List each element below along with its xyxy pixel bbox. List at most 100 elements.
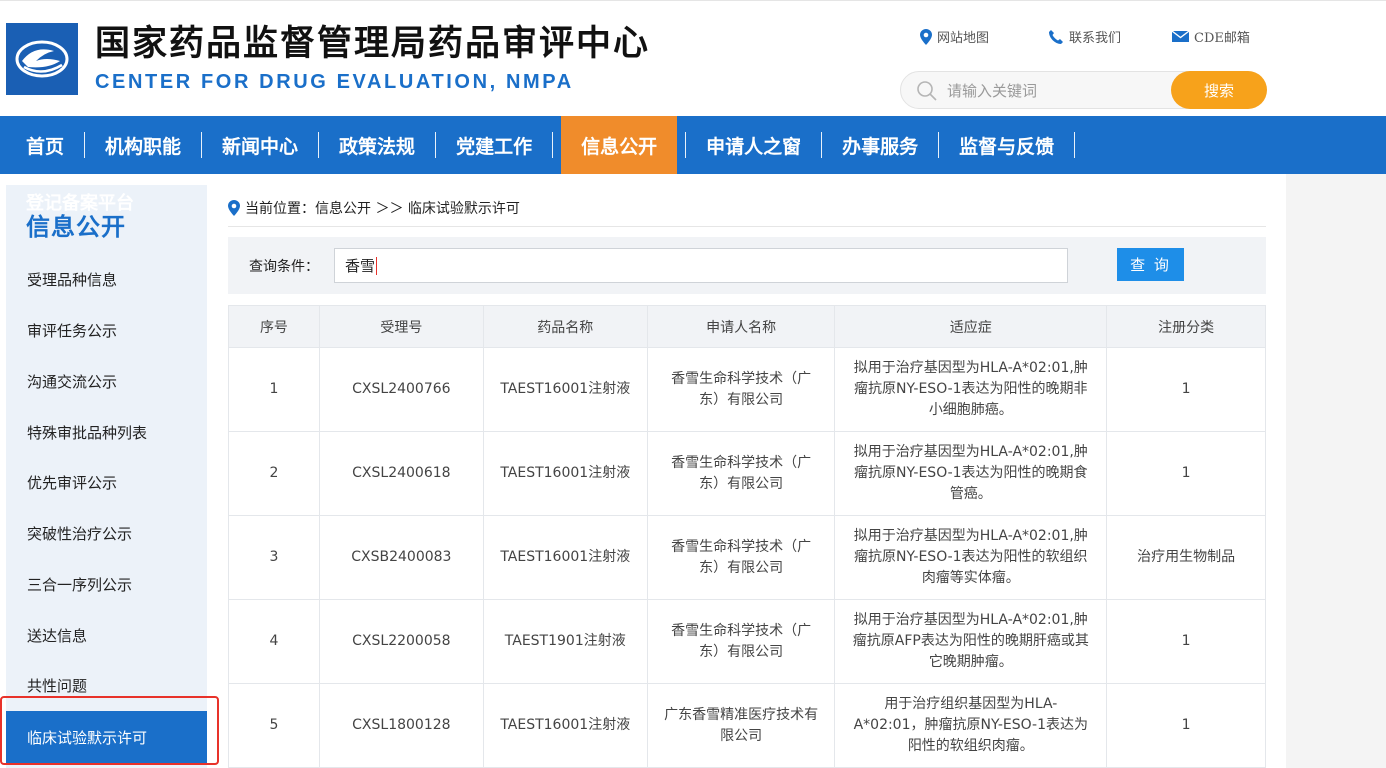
site-subtitle: CENTER FOR DRUG EVALUATION, NMPA	[95, 71, 574, 93]
query-input[interactable]: 香雪	[334, 248, 1068, 283]
cell-no: 3	[228, 515, 320, 600]
cell-acceptance-no: CXSL2200058	[318, 599, 484, 684]
nav-info-disclosure[interactable]: 信息公开	[561, 116, 678, 174]
cell-indication: 用于治疗组织基因型为HLA-A*02:01，肿瘤抗原NY-ESO-1表达为阳性的…	[834, 683, 1108, 768]
cell-category: 1	[1106, 431, 1266, 516]
nav-news[interactable]: 新闻中心	[210, 116, 310, 174]
location-pin-icon	[920, 28, 932, 45]
mailbox-link[interactable]: CDE邮箱	[1172, 27, 1250, 46]
cell-acceptance-no: CXSL2400766	[318, 347, 484, 432]
cell-drug-name: TAEST1901注射液	[482, 599, 648, 684]
nav-divider	[938, 132, 940, 158]
location-pin-icon	[228, 200, 240, 216]
nav-feedback[interactable]: 监督与反馈	[947, 116, 1066, 174]
nav-policy[interactable]: 政策法规	[327, 116, 427, 174]
table-header-row: 序号 受理号 药品名称 申请人名称 适应症 注册分类	[228, 305, 1266, 348]
sidebar-item-accepted[interactable]: 受理品种信息	[6, 259, 207, 299]
breadcrumb: 当前位置：信息公开 ＞＞ 临床试验默示许可	[228, 198, 520, 218]
breadcrumb-divider	[228, 226, 1266, 227]
nav-divider	[552, 132, 554, 158]
results-table: 序号 受理号 药品名称 申请人名称 适应症 注册分类 1 CXSL2400766…	[228, 305, 1266, 768]
col-header-category: 注册分类	[1106, 305, 1266, 348]
mail-icon	[1172, 30, 1189, 42]
sidebar-item-breakthrough[interactable]: 突破性治疗公示	[6, 513, 207, 553]
nav-functions[interactable]: 机构职能	[93, 116, 193, 174]
sidebar-item-review-tasks[interactable]: 审评任务公示	[6, 310, 207, 350]
cell-indication: 拟用于治疗基因型为HLA-A*02:01,肿瘤抗原AFP表达为阳性的晚期肝癌或其…	[834, 599, 1108, 684]
cell-category: 1	[1106, 599, 1266, 684]
sidebar-item-priority[interactable]: 优先审评公示	[6, 462, 207, 502]
sidebar-item-communication[interactable]: 沟通交流公示	[6, 361, 207, 401]
page-margin	[1286, 174, 1386, 768]
nav-divider	[84, 132, 86, 158]
sitemap-label: 网站地图	[937, 31, 990, 46]
sitemap-link[interactable]: 网站地图	[920, 27, 1048, 46]
sidebar-item-three-in-one[interactable]: 三合一序列公示	[6, 564, 207, 604]
search-button[interactable]: 搜索	[1171, 71, 1267, 109]
query-input-value: 香雪	[345, 257, 376, 275]
cell-applicant: 广东香雪精准医疗技术有限公司	[646, 683, 836, 768]
site-search: 搜索	[900, 71, 1267, 109]
cell-no: 5	[228, 683, 320, 768]
cell-no: 4	[228, 599, 320, 684]
sidebar: 登记备案平台 信息公开 受理品种信息 审评任务公示 沟通交流公示 特殊审批品种列…	[6, 185, 207, 768]
mailbox-label: CDE邮箱	[1194, 31, 1250, 46]
sidebar-item-delivery[interactable]: 送达信息	[6, 615, 207, 655]
table-row[interactable]: 2 CXSL2400618 TAEST16001注射液 香雪生命科学技术（广东）…	[228, 431, 1266, 516]
nav-divider	[201, 132, 203, 158]
contact-label: 联系我们	[1069, 31, 1122, 46]
query-button[interactable]: 查 询	[1117, 248, 1184, 281]
text-caret	[376, 256, 378, 275]
nav-divider	[435, 132, 437, 158]
cell-drug-name: TAEST16001注射液	[482, 347, 648, 432]
cell-acceptance-no: CXSL2400618	[318, 431, 484, 516]
search-icon	[917, 81, 937, 101]
nav-divider	[318, 132, 320, 158]
col-header-applicant: 申请人名称	[646, 305, 836, 348]
nav-divider	[685, 132, 687, 158]
cell-applicant: 香雪生命科学技术（广东）有限公司	[646, 599, 836, 684]
col-header-acceptance-no: 受理号	[318, 305, 484, 348]
breadcrumb-text: 当前位置：信息公开 ＞＞ 临床试验默示许可	[245, 201, 520, 217]
query-bar: 查询条件： 香雪 查 询	[228, 237, 1266, 294]
table-row[interactable]: 1 CXSL2400766 TAEST16001注射液 香雪生命科学技术（广东）…	[228, 347, 1266, 432]
site-title: 国家药品监督管理局药品审评中心	[95, 24, 651, 64]
cell-indication: 拟用于治疗基因型为HLA-A*02:01,肿瘤抗原NY-ESO-1表达为阳性的晚…	[834, 347, 1108, 432]
cell-indication: 拟用于治疗基因型为HLA-A*02:01,肿瘤抗原NY-ESO-1表达为阳性的软…	[834, 515, 1108, 600]
site-header: 国家药品监督管理局药品审评中心 CENTER FOR DRUG EVALUATI…	[0, 0, 1386, 116]
phone-icon	[1049, 29, 1063, 44]
nav-party[interactable]: 党建工作	[444, 116, 544, 174]
sidebar-item-special-approval[interactable]: 特殊审批品种列表	[6, 412, 207, 452]
col-header-indication: 适应症	[834, 305, 1108, 348]
cell-indication: 拟用于治疗基因型为HLA-A*02:01,肿瘤抗原NY-ESO-1表达为阳性的晚…	[834, 431, 1108, 516]
col-header-no: 序号	[228, 305, 320, 348]
cell-drug-name: TAEST16001注射液	[482, 431, 648, 516]
nav-services[interactable]: 办事服务	[830, 116, 930, 174]
main-nav: 首页 机构职能 新闻中心 政策法规 党建工作 信息公开 申请人之窗 办事服务 监…	[0, 116, 1386, 174]
cell-category: 1	[1106, 683, 1266, 768]
selection-highlight	[0, 696, 219, 765]
cell-acceptance-no: CXSL1800128	[318, 683, 484, 768]
cde-logo[interactable]	[6, 23, 78, 95]
nav-divider	[1074, 132, 1076, 158]
cell-no: 2	[228, 431, 320, 516]
cell-category: 1	[1106, 347, 1266, 432]
table-row[interactable]: 3 CXSB2400083 TAEST16001注射液 香雪生命科学技术（广东）…	[228, 515, 1266, 600]
search-input[interactable]	[947, 80, 1157, 102]
contact-link[interactable]: 联系我们	[1048, 27, 1172, 46]
table-row[interactable]: 4 CXSL2200058 TAEST1901注射液 香雪生命科学技术（广东）有…	[228, 599, 1266, 684]
cell-category: 治疗用生物制品	[1106, 515, 1266, 600]
cell-no: 1	[228, 347, 320, 432]
cell-drug-name: TAEST16001注射液	[482, 683, 648, 768]
nav-home[interactable]: 首页	[14, 116, 76, 174]
nav-applicant[interactable]: 申请人之窗	[694, 116, 813, 174]
cell-applicant: 香雪生命科学技术（广东）有限公司	[646, 347, 836, 432]
sidebar-title: 信息公开	[26, 213, 126, 241]
cell-drug-name: TAEST16001注射液	[482, 515, 648, 600]
query-label: 查询条件：	[249, 259, 319, 275]
cell-acceptance-no: CXSB2400083	[318, 515, 484, 600]
table-row[interactable]: 5 CXSL1800128 TAEST16001注射液 广东香雪精准医疗技术有限…	[228, 683, 1266, 768]
cell-applicant: 香雪生命科学技术（广东）有限公司	[646, 515, 836, 600]
col-header-drug-name: 药品名称	[482, 305, 648, 348]
cell-applicant: 香雪生命科学技术（广东）有限公司	[646, 431, 836, 516]
